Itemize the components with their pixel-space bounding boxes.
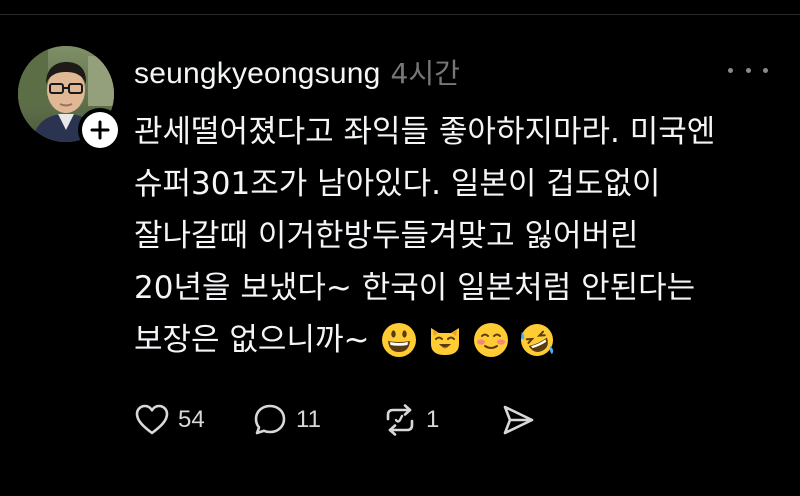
smiling-cat-emoji <box>431 328 460 355</box>
repost-count: 1 <box>426 406 440 433</box>
follow-button[interactable] <box>78 108 122 152</box>
smiling-face-emoji <box>474 323 509 357</box>
post-text: 관세떨어졌다고 좌익들 좋아하지마라. 미국엔 <box>134 114 716 150</box>
repost-arrows-icon <box>386 404 414 436</box>
thread-post: seungkyeongsung 4시간 관세떨어졌다고 좌익들 좋아하지마라. … <box>0 0 800 496</box>
post-text-line: 슈퍼301조가 남아있다. 일본이 겁도없이 <box>134 158 774 210</box>
speech-bubble-icon <box>254 404 286 435</box>
post-text: 20년을 보냈다~ 한국이 일본처럼 안된다는 <box>134 270 696 306</box>
username[interactable]: seungkyeongsung <box>134 57 381 91</box>
more-dot <box>728 67 733 73</box>
plus-icon <box>90 120 110 140</box>
post-text: 잘나갈때 이거한방두들겨맞고 잃어버린 <box>134 218 639 254</box>
reply-count: 11 <box>296 406 321 433</box>
post-text-line: 20년을 보냈다~ 한국이 일본처럼 안된다는 <box>134 262 774 314</box>
timestamp[interactable]: 4시간 <box>391 52 460 92</box>
post-text-line-last: 보장은 없으니까~ <box>134 314 774 366</box>
send-arrow-icon <box>503 405 534 435</box>
rolling-on-floor-laughing-emoji <box>521 324 554 356</box>
more-dots-icon[interactable] <box>728 58 768 82</box>
like-button[interactable]: 54 <box>134 402 252 438</box>
post-body: 관세떨어졌다고 좌익들 좋아하지마라. 미국엔 슈퍼301조가 남아있다. 일본… <box>134 106 774 366</box>
post-text-line: 관세떨어졌다고 좌익들 좋아하지마라. 미국엔 <box>134 106 774 158</box>
grinning-face-emoji <box>382 323 417 357</box>
post-text-line: 잘나갈때 이거한방두들겨맞고 잃어버린 <box>134 210 774 262</box>
reply-button[interactable]: 11 <box>252 402 382 438</box>
more-dot <box>745 67 751 73</box>
post-header: seungkyeongsung 4시간 <box>134 52 460 92</box>
like-count: 54 <box>178 406 205 433</box>
follow-button-bg <box>82 112 118 148</box>
heart-icon <box>135 404 169 435</box>
post-text: 슈퍼301조가 남아있다. 일본이 겁도없이 <box>134 166 661 202</box>
share-button[interactable] <box>500 402 536 438</box>
post-text: 보장은 없으니까~ <box>134 322 370 358</box>
repost-button[interactable]: 1 <box>382 402 500 438</box>
more-dot <box>763 67 768 73</box>
action-bar: 54 11 1 <box>134 398 536 442</box>
